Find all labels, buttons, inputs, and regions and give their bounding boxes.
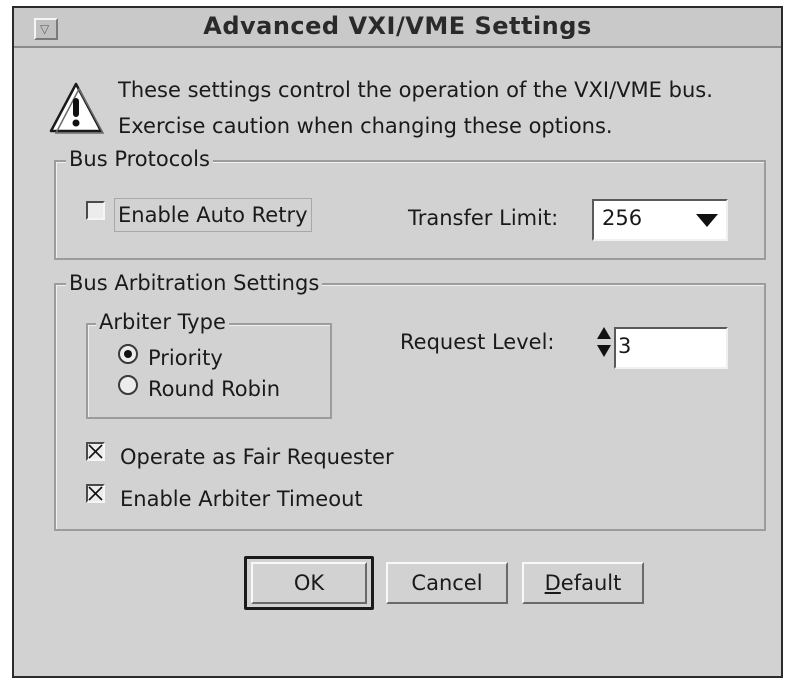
check-x-icon xyxy=(88,486,103,501)
dialog-content: These settings control the operation of … xyxy=(14,48,781,676)
round-robin-radio[interactable] xyxy=(118,375,138,395)
default-label-rest: efault xyxy=(560,571,622,595)
auto-retry-label[interactable]: Enable Auto Retry xyxy=(114,198,312,232)
title-bar[interactable]: ▽ Advanced VXI/VME Settings xyxy=(14,8,781,48)
settings-dialog: ▽ Advanced VXI/VME Settings These settin… xyxy=(12,6,783,678)
arbiter-type-group xyxy=(86,323,332,419)
request-level-field[interactable]: 3 xyxy=(614,327,728,369)
transfer-limit-value: 256 xyxy=(602,206,643,230)
arbiter-timeout-label[interactable]: Enable Arbiter Timeout xyxy=(120,487,363,511)
spin-down-icon xyxy=(597,345,611,357)
default-button[interactable]: Default xyxy=(522,562,644,604)
default-mnemonic: D xyxy=(544,571,561,595)
dialog-title: Advanced VXI/VME Settings xyxy=(203,12,592,40)
warning-message-line-1: These settings control the operation of … xyxy=(118,78,713,102)
dropdown-arrow-icon[interactable] xyxy=(696,214,718,228)
transfer-limit-label: Transfer Limit: xyxy=(408,206,559,230)
fair-requester-checkbox[interactable] xyxy=(86,442,105,461)
spin-up-icon xyxy=(597,327,611,339)
request-level-value: 3 xyxy=(618,334,632,358)
radio-selected-dot xyxy=(124,350,132,358)
auto-retry-checkbox[interactable] xyxy=(86,201,105,220)
check-x-icon xyxy=(88,444,103,459)
priority-radio-label[interactable]: Priority xyxy=(148,346,223,370)
cancel-button[interactable]: Cancel xyxy=(386,562,508,604)
arbiter-type-legend: Arbiter Type xyxy=(96,310,229,334)
fair-requester-label[interactable]: Operate as Fair Requester xyxy=(120,445,394,469)
transfer-limit-dropdown[interactable]: 256 xyxy=(592,199,728,241)
warning-message-line-2: Exercise caution when changing these opt… xyxy=(118,114,613,138)
request-level-spinner[interactable] xyxy=(594,323,614,363)
bus-protocols-legend: Bus Protocols xyxy=(66,147,213,171)
warning-icon xyxy=(49,82,104,134)
round-robin-radio-label[interactable]: Round Robin xyxy=(148,377,280,401)
request-level-label: Request Level: xyxy=(400,330,555,354)
bus-arbitration-legend: Bus Arbitration Settings xyxy=(66,271,323,295)
ok-button[interactable]: OK xyxy=(251,562,367,604)
arbiter-timeout-checkbox[interactable] xyxy=(86,484,105,503)
priority-radio[interactable] xyxy=(118,344,138,364)
